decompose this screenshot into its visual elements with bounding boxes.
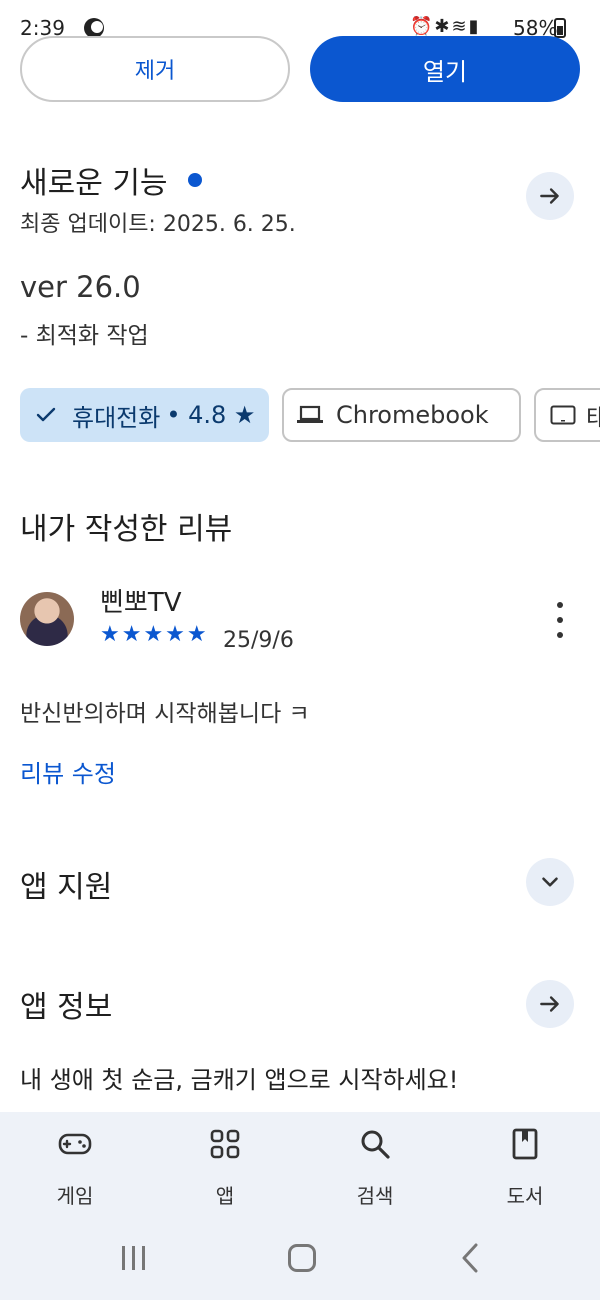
app-support-expand-button[interactable]	[526, 858, 574, 906]
app-info-arrow-button[interactable]	[526, 980, 574, 1028]
chip-phone-rating: • 4.8 ★	[166, 401, 256, 429]
chip-phone-label: 휴대전화	[72, 403, 161, 432]
remove-button[interactable]: 제거	[20, 36, 290, 102]
last-updated: 최종 업데이트: 2025. 6. 25.	[20, 212, 296, 237]
chip-tablet[interactable]: 태	[534, 388, 600, 442]
arrow-right-icon	[540, 996, 559, 1012]
gamepad-icon	[58, 1133, 92, 1155]
nav-label-apps: 앱	[215, 1184, 235, 1208]
nav-item-search[interactable]: 검색	[315, 1126, 435, 1209]
app-info-description: 내 생애 첫 순금, 금캐기 앱으로 시작하세요!	[20, 1066, 459, 1094]
wifi-icon: ≋	[451, 16, 469, 37]
whats-new-title[interactable]: 새로운 기능	[20, 158, 168, 202]
nav-item-games[interactable]: 게임	[15, 1126, 135, 1209]
signal-icon: ▮	[468, 16, 481, 37]
nav-item-books[interactable]: 도서	[465, 1126, 585, 1209]
laptop-icon	[297, 405, 323, 423]
recent-apps-icon[interactable]	[118, 1244, 150, 1272]
nav-item-apps[interactable]: 앱	[165, 1126, 285, 1209]
alarm-icon: ⏰	[410, 16, 435, 37]
app-info-title[interactable]: 앱 정보	[20, 982, 112, 1026]
app-support-title[interactable]: 앱 지원	[20, 862, 112, 906]
battery-icon	[554, 18, 566, 38]
arrow-right-icon	[540, 188, 559, 204]
version-text: ver 26.0	[20, 270, 141, 304]
apps-grid-icon	[210, 1129, 240, 1159]
open-button[interactable]: 열기	[310, 36, 580, 102]
new-indicator-dot	[188, 173, 202, 187]
home-button[interactable]	[288, 1244, 316, 1272]
nav-label-games: 게임	[56, 1184, 94, 1208]
nav-label-books: 도서	[506, 1184, 544, 1208]
edit-review-link[interactable]: 리뷰 수정	[20, 754, 116, 789]
chip-chromebook-label: Chromebook	[336, 401, 489, 429]
status-icons: ⏰✱≋▮	[410, 16, 481, 37]
back-icon[interactable]	[458, 1242, 482, 1274]
whats-new-arrow-button[interactable]	[526, 172, 574, 220]
my-review-title: 내가 작성한 리뷰	[20, 512, 233, 547]
review-text: 반신반의하며 시작해봅니다 ㅋ	[20, 701, 310, 727]
chevron-down-icon	[542, 877, 558, 887]
avatar	[20, 592, 74, 646]
review-date: 25/9/6	[223, 628, 294, 653]
chip-tablet-label: 태	[586, 398, 600, 433]
chip-chromebook[interactable]: Chromebook	[282, 388, 521, 442]
reviewer-name: 삔뽀TV	[100, 588, 182, 618]
moon-icon	[84, 18, 104, 38]
bluetooth-icon: ✱	[434, 16, 452, 37]
star-rating: ★★★★★	[100, 622, 209, 647]
search-icon	[361, 1130, 390, 1159]
check-icon	[36, 407, 56, 422]
more-options-icon[interactable]	[548, 600, 572, 640]
nav-label-search: 검색	[356, 1184, 394, 1208]
change-note: - 최적화 작업	[20, 323, 149, 349]
book-icon	[512, 1128, 538, 1160]
tablet-icon	[550, 405, 576, 425]
chip-phone[interactable]: 휴대전화 • 4.8 ★	[20, 388, 269, 442]
